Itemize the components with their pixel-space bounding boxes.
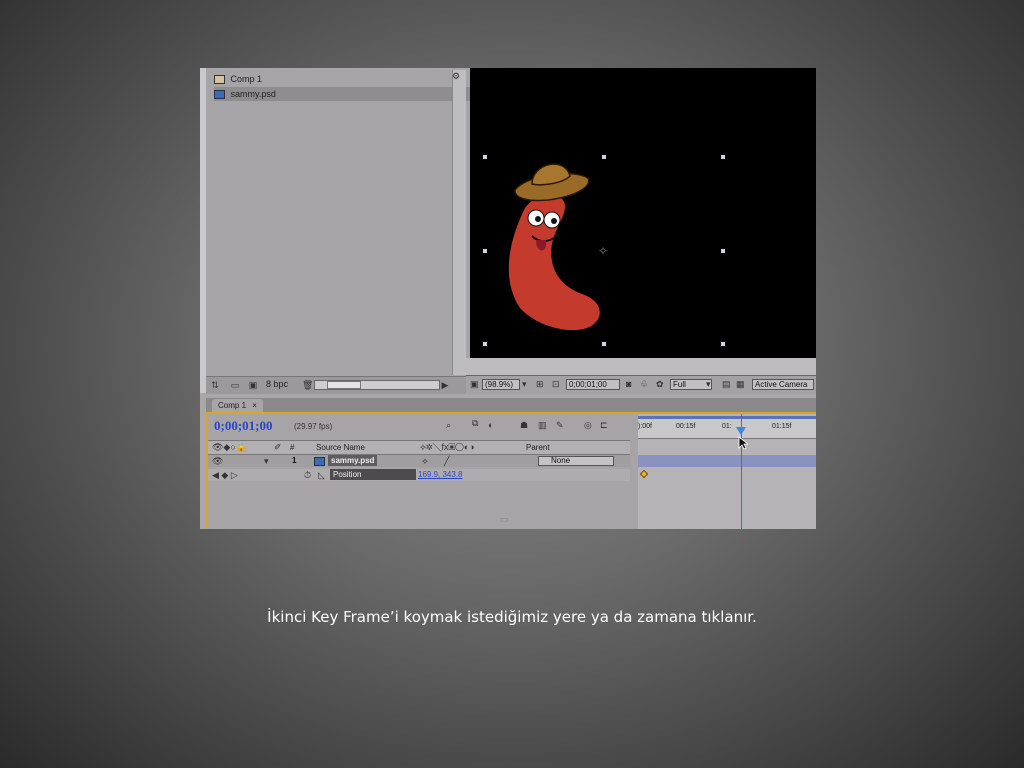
bit-depth-label[interactable]: 8 bpc (266, 379, 288, 389)
frame-rate-label: (29.97 fps) (294, 422, 333, 431)
ruler-tick-label: 01:15f (772, 423, 792, 430)
layer-column-header: 👁◆○🔒 ✐ # Source Name ⟡✲╲fx▣◯◐◑ Parent (208, 440, 630, 455)
project-horizontal-scrollbar[interactable] (314, 380, 440, 390)
camera-select[interactable]: Active Camera (752, 379, 814, 390)
av-features-icons: 👁◆○🔒 (212, 442, 247, 452)
composition-mini-flowchart-icon[interactable]: ⧉ (472, 418, 478, 429)
column-parent[interactable]: Parent (526, 441, 550, 454)
timeline-graph[interactable]: ):00f 00:15f 01: 01:15f (638, 414, 816, 529)
property-row[interactable]: ◀ ◆ ▷ ⏱ ◺ Position 169.9, 343.8 (208, 469, 630, 481)
fast-previews-icon[interactable]: ▤ (722, 379, 731, 390)
graph-editor-icon[interactable]: ⊏ (600, 420, 608, 431)
ruler-tick-label: 00:15f (676, 423, 696, 430)
toggle-switches-icon[interactable]: ▭ (500, 514, 509, 525)
interpret-footage-icon[interactable]: ⇅ (210, 380, 220, 390)
live-update-icon[interactable]: ◐ (488, 420, 493, 430)
viewer-toolbar: ▣ (98.9%) ▾ ⊞ ⊡ 0;00;01;00 ◙ ♧ ✿ Full ▾ … (466, 375, 816, 394)
quality-icon[interactable]: ╱ (444, 455, 449, 467)
frame-blending-icon[interactable]: ✎ (556, 420, 564, 431)
position-value[interactable]: 169.9, 343.8 (418, 469, 462, 481)
preview-icon[interactable]: ▣ (470, 379, 479, 390)
project-scrollbar[interactable] (452, 70, 466, 375)
title-safe-icon[interactable]: ⊞ (536, 379, 544, 390)
transparency-grid-icon[interactable]: ▦ (736, 379, 745, 390)
show-snapshot-icon[interactable]: ♧ (640, 379, 648, 390)
keyframe-navigator-icon[interactable]: ◀ ◆ ▷ (212, 469, 238, 481)
ruler-tick-label: ):00f (638, 423, 653, 430)
label-icon: ✐ (274, 442, 282, 452)
parent-select[interactable]: None (538, 456, 614, 466)
viewer-gutter (466, 358, 816, 375)
composition-icon (214, 75, 225, 85)
transform-handle[interactable] (721, 249, 725, 253)
stopwatch-icon[interactable]: ⏱ (304, 469, 311, 481)
anchor-point-icon[interactable]: ✧ (598, 244, 608, 258)
transform-handle[interactable] (721, 342, 725, 346)
scroll-right-icon[interactable]: ▶ (440, 380, 450, 390)
mouse-cursor-icon (738, 436, 748, 450)
snapshot-icon[interactable]: ◙ (626, 379, 631, 389)
layer-duration-bar[interactable] (638, 455, 816, 467)
slide-caption: İkinci Key Frame’i koymak istediğimiz ye… (267, 608, 757, 626)
hide-shy-layers-icon[interactable]: ▥ (538, 420, 547, 431)
transform-handle[interactable] (483, 342, 487, 346)
time-ruler[interactable]: ):00f 00:15f 01: 01:15f (638, 416, 816, 439)
layer-index: 1 (292, 456, 297, 465)
motion-blur-icon[interactable]: ◎ (584, 420, 592, 431)
composition-viewer[interactable]: ✧ (470, 68, 816, 358)
chevron-down-icon[interactable]: ▾ (264, 455, 269, 467)
collapse-icon[interactable]: ⟡ (422, 455, 428, 467)
transform-handle[interactable] (483, 155, 487, 159)
transform-handle[interactable] (602, 342, 606, 346)
transform-handle[interactable] (602, 155, 606, 159)
work-area-bar[interactable] (638, 416, 816, 419)
tab-comp-1[interactable]: Comp 1 × (212, 399, 263, 412)
ruler-tick-label: 01: (722, 423, 732, 430)
scroll-thumb[interactable] (327, 381, 361, 389)
after-effects-screenshot: Comp 1 sammy.psd ⚙ ⇅ ▭ ▣ 8 bpc 🗑 ▶ ✧ ▣ (… (200, 68, 816, 529)
project-flowchart-icon[interactable]: ⚙ (452, 71, 460, 82)
channel-icon[interactable]: ✿ (656, 379, 664, 390)
keyframe-diamond[interactable] (639, 469, 649, 479)
tab-label: Comp 1 (218, 401, 247, 410)
close-icon[interactable]: × (252, 401, 257, 410)
parent-value: None (551, 456, 571, 465)
transform-handle[interactable] (721, 155, 725, 159)
zoom-select[interactable]: (98.9%) (482, 379, 520, 390)
layer-name[interactable]: sammy.psd (328, 455, 378, 466)
layer-row[interactable]: 👁 ▾ 1 sammy.psd ⟡ ╱ None (208, 455, 630, 467)
psd-file-icon (214, 90, 225, 100)
search-icon[interactable]: ⌕ (446, 420, 451, 431)
column-number[interactable]: # (290, 441, 294, 454)
eye-icon[interactable]: 👁 (212, 455, 223, 467)
transform-handle[interactable] (483, 249, 487, 253)
dropdown-arrow-icon[interactable]: ▾ (522, 379, 527, 390)
trash-icon[interactable]: 🗑 (302, 380, 313, 390)
new-folder-icon[interactable]: ▭ (230, 380, 240, 390)
switches-icons: ⟡✲╲fx▣◯◐◑ (420, 442, 475, 452)
timeline-tab-bar: Comp 1 × (206, 398, 816, 414)
property-name: Position (330, 469, 416, 480)
project-item-label: sammy.psd (230, 89, 276, 99)
current-time-display[interactable]: 0;00;01;00 (214, 418, 273, 434)
draft-3d-icon[interactable]: ☗ (520, 420, 528, 431)
new-composition-icon[interactable]: ▣ (248, 380, 258, 390)
project-item-label: Comp 1 (230, 74, 263, 84)
region-of-interest-icon[interactable]: ⊡ (552, 379, 560, 390)
viewer-timecode[interactable]: 0;00;01;00 (566, 379, 620, 390)
timeline-panel: 0;00;01;00 (29.97 fps) ⌕ ⧉ ◐ ☗ ▥ ✎ ◎ ⊏ 👁… (206, 414, 816, 529)
sausage-character-layer[interactable]: ✧ (470, 68, 816, 358)
dropdown-arrow-icon[interactable]: ▾ (706, 379, 711, 390)
psd-file-icon (314, 457, 325, 466)
graph-icon[interactable]: ◺ (318, 469, 325, 481)
column-source-name[interactable]: Source Name (316, 441, 365, 454)
